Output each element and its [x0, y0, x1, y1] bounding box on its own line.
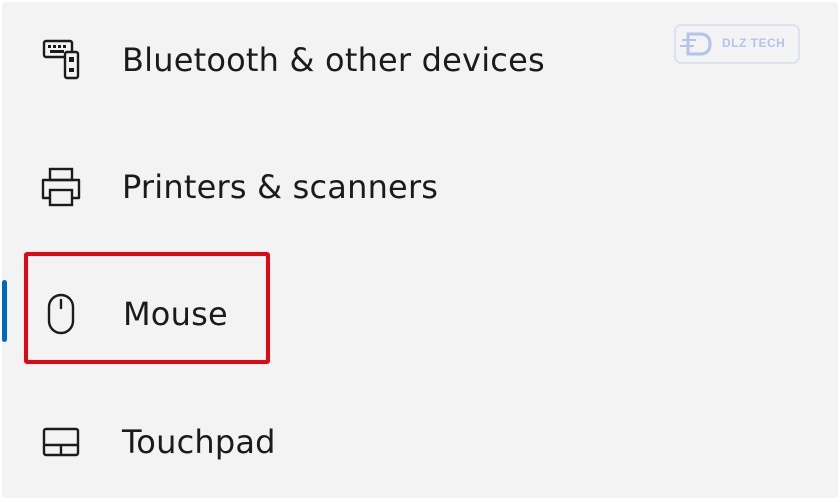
highlight-box: [24, 252, 270, 364]
printer-icon: [36, 162, 86, 212]
nav-item-touchpad[interactable]: Touchpad: [2, 394, 838, 490]
nav-item-label: Touchpad: [122, 423, 276, 461]
touchpad-icon: [36, 417, 86, 467]
nav-item-printers-scanners[interactable]: Printers & scanners: [2, 139, 838, 235]
settings-screen: DLZ TECH Bluetooth & other devices Print…: [2, 2, 838, 498]
nav-item-bluetooth-devices[interactable]: Bluetooth & other devices: [2, 12, 838, 108]
bluetooth-devices-icon: [36, 35, 86, 85]
nav-item-label: Printers & scanners: [122, 168, 439, 206]
nav-item-label: Bluetooth & other devices: [122, 41, 545, 79]
